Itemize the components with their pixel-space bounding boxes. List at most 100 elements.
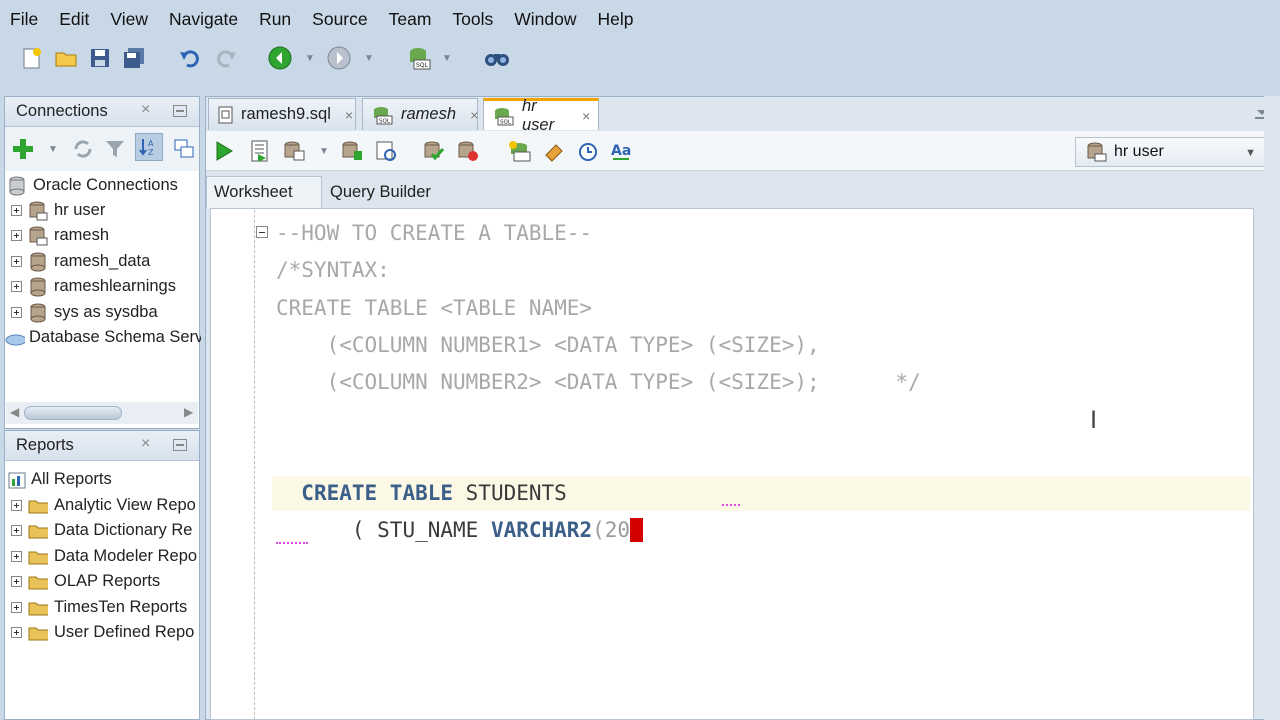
tree-connection-ramesh-data[interactable]: ramesh_data xyxy=(5,249,201,274)
forward-icon[interactable] xyxy=(325,44,353,72)
back-dropdown-icon[interactable]: ▼ xyxy=(304,54,316,64)
find-binoculars-icon[interactable] xyxy=(483,44,511,72)
expand-icon[interactable] xyxy=(11,205,22,216)
expand-icon[interactable] xyxy=(11,256,22,267)
tab-query-builder[interactable]: Query Builder xyxy=(330,176,431,208)
database-connected-icon xyxy=(1086,142,1108,162)
unshared-sql-icon[interactable] xyxy=(506,137,534,165)
explain-plan-icon[interactable] xyxy=(338,137,366,165)
run-script-icon[interactable] xyxy=(246,137,274,165)
scroll-left-icon[interactable]: ◀ xyxy=(10,405,19,419)
add-connection-icon[interactable] xyxy=(9,135,37,163)
tab-worksheet[interactable]: Worksheet xyxy=(206,176,322,208)
commit-icon[interactable] xyxy=(420,137,448,165)
scrollbar-thumb[interactable] xyxy=(24,406,122,420)
connection-selector-value: hr user xyxy=(1114,143,1164,160)
tab-hr-user[interactable]: SQL hr user × xyxy=(483,97,599,134)
menu-source[interactable]: Source xyxy=(312,9,367,30)
clear-eraser-icon[interactable] xyxy=(540,137,568,165)
new-file-icon[interactable] xyxy=(18,44,46,72)
tab-ramesh9-sql[interactable]: ramesh9.sql × xyxy=(208,98,356,130)
tree-connection-sys-as-sysdba[interactable]: sys as sysdba xyxy=(5,300,201,325)
menu-run[interactable]: Run xyxy=(259,9,291,30)
connections-panel-title: Connections xyxy=(16,102,108,120)
menu-view[interactable]: View xyxy=(110,9,148,30)
filter-icon[interactable] xyxy=(101,135,129,163)
forward-dropdown-icon[interactable]: ▼ xyxy=(363,54,375,64)
tree-report-folder[interactable]: Data Dictionary Re xyxy=(5,518,201,543)
expand-icon[interactable] xyxy=(11,576,22,587)
tree-report-label: Analytic View Repo xyxy=(54,496,196,514)
menu-help[interactable]: Help xyxy=(598,9,634,30)
text-cursor: ) xyxy=(630,518,643,542)
close-tab-icon[interactable]: × xyxy=(345,107,353,123)
menu-team[interactable]: Team xyxy=(389,9,432,30)
sql-icon[interactable]: SQL xyxy=(404,44,432,72)
menu-file[interactable]: File xyxy=(10,9,38,30)
tree-report-folder[interactable]: TimesTen Reports xyxy=(5,595,201,620)
connections-horizontal-scrollbar[interactable]: ◀ ▶ xyxy=(6,402,198,424)
database-connected-icon xyxy=(28,201,48,221)
fold-collapse-icon[interactable] xyxy=(256,226,268,238)
open-folder-icon[interactable] xyxy=(52,44,80,72)
code-line-5: (<COLUMN NUMBER2> <DATA TYPE> (<SIZE>); … xyxy=(276,370,921,394)
close-tab-icon[interactable]: × xyxy=(470,107,478,123)
tree-report-folder[interactable]: OLAP Reports xyxy=(5,569,201,594)
database-icon xyxy=(7,176,27,196)
sql-tuning-icon[interactable] xyxy=(372,137,400,165)
sql-dropdown-icon[interactable]: ▼ xyxy=(441,54,453,64)
expand-icon[interactable] xyxy=(11,525,22,536)
expand-icon[interactable] xyxy=(11,551,22,562)
save-all-icon[interactable] xyxy=(120,44,148,72)
menu-tools[interactable]: Tools xyxy=(452,9,493,30)
menu-edit[interactable]: Edit xyxy=(59,9,89,30)
expand-icon[interactable] xyxy=(11,307,22,318)
save-icon[interactable] xyxy=(86,44,114,72)
tree-database-schema-service[interactable]: Database Schema Serv xyxy=(5,325,201,350)
connection-selector[interactable]: hr user ▼ xyxy=(1075,137,1269,167)
autotrace-icon[interactable] xyxy=(280,137,308,165)
tree-connection-rameshlearnings[interactable]: rameshlearnings xyxy=(5,274,201,299)
tree-connection-ramesh[interactable]: ramesh xyxy=(5,223,201,248)
connections-toolbar: ▼ AZ xyxy=(5,127,199,171)
expand-icon[interactable] xyxy=(11,500,22,511)
folder-icon xyxy=(28,496,48,516)
format-case-icon[interactable]: Aa xyxy=(608,137,636,165)
tree-report-label: Data Modeler Repo xyxy=(54,547,198,565)
tree-connection-hr-user[interactable]: hr user xyxy=(5,198,201,223)
rollback-icon[interactable] xyxy=(454,137,482,165)
connections-minimize-icon[interactable] xyxy=(173,105,187,117)
expand-icon[interactable] xyxy=(11,230,22,241)
tree-report-label: TimesTen Reports xyxy=(54,598,188,616)
menu-navigate[interactable]: Navigate xyxy=(169,9,238,30)
connections-close-icon[interactable]: × xyxy=(141,101,150,119)
undo-icon[interactable] xyxy=(176,44,204,72)
expand-icon[interactable] xyxy=(11,281,22,292)
redo-icon[interactable] xyxy=(212,44,240,72)
reports-close-icon[interactable]: × xyxy=(141,435,150,453)
error-squiggle xyxy=(276,538,308,544)
menu-window[interactable]: Window xyxy=(514,9,576,30)
autotrace-dropdown-icon[interactable]: ▼ xyxy=(318,147,330,157)
collapse-all-icon[interactable] xyxy=(170,135,198,163)
refresh-icon[interactable] xyxy=(69,135,97,163)
scroll-right-icon[interactable]: ▶ xyxy=(184,405,193,419)
code-line-7: CREATE TABLE STUDENTS xyxy=(276,439,567,505)
tree-report-folder[interactable]: Analytic View Repo xyxy=(5,493,201,518)
back-icon[interactable] xyxy=(266,44,294,72)
tree-report-folder[interactable]: User Defined Repo xyxy=(5,620,201,645)
tree-oracle-connections[interactable]: Oracle Connections xyxy=(5,173,201,198)
editor-right-border xyxy=(1264,96,1280,720)
tree-report-folder[interactable]: Data Modeler Repo xyxy=(5,544,201,569)
sql-history-icon[interactable] xyxy=(574,137,602,165)
add-connection-dropdown-icon[interactable]: ▼ xyxy=(47,145,59,155)
reports-panel-title: Reports xyxy=(16,436,74,454)
expand-icon[interactable] xyxy=(11,602,22,613)
run-statement-icon[interactable] xyxy=(210,137,238,165)
tab-ramesh[interactable]: SQL ramesh × xyxy=(362,98,478,130)
schema-browser-icon[interactable]: AZ xyxy=(135,133,163,161)
tree-all-reports[interactable]: All Reports xyxy=(5,467,201,492)
close-tab-icon[interactable]: × xyxy=(582,108,590,124)
reports-minimize-icon[interactable] xyxy=(173,439,187,451)
expand-icon[interactable] xyxy=(11,627,22,638)
